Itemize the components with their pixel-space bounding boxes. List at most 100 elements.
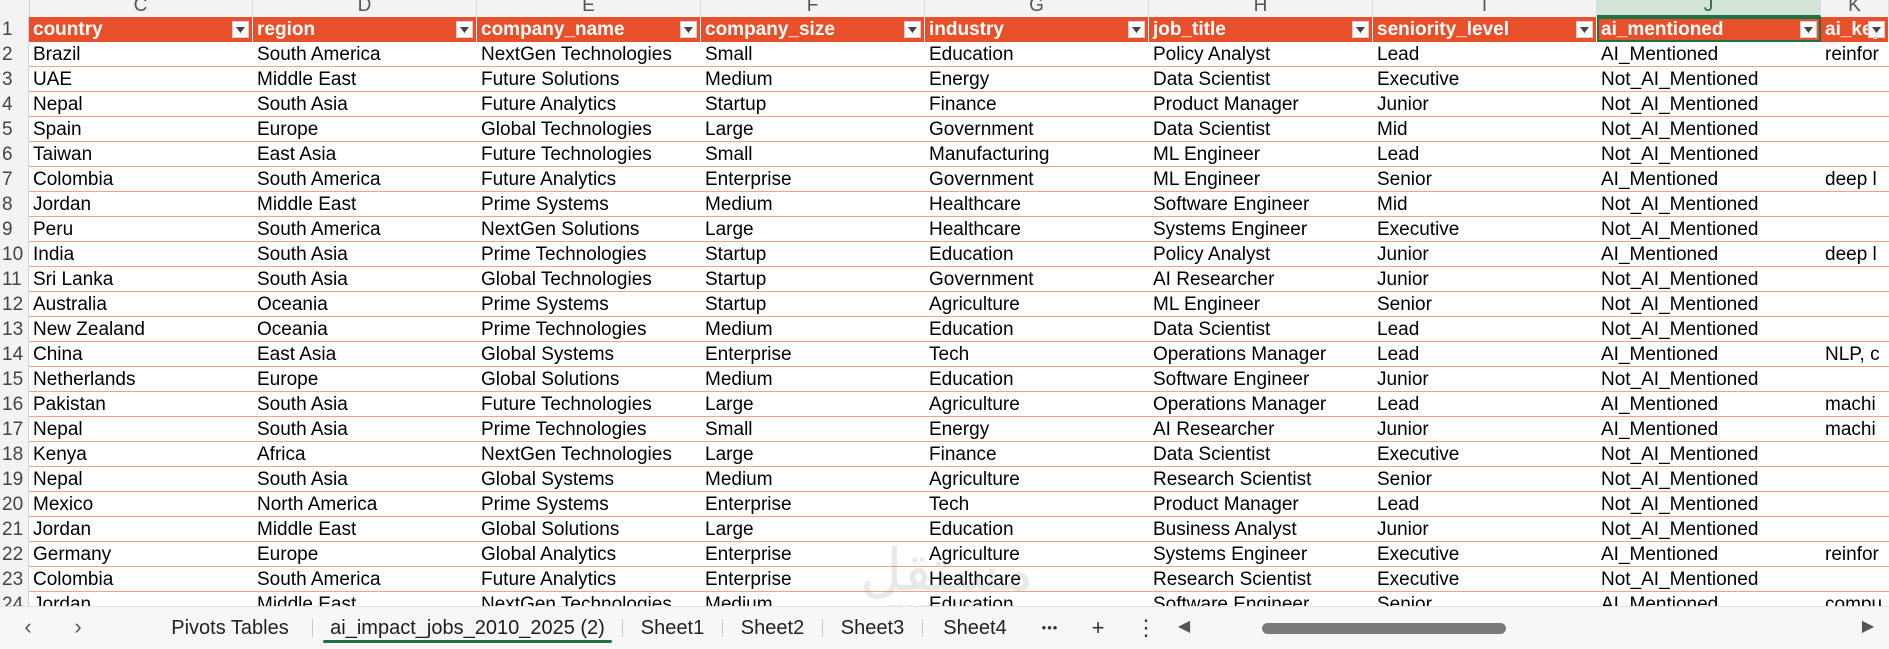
cell-country[interactable]: Taiwan bbox=[29, 142, 253, 167]
cell-country[interactable]: Kenya bbox=[29, 442, 253, 467]
cell-industry[interactable]: Agriculture bbox=[925, 467, 1149, 492]
cell-industry[interactable]: Government bbox=[925, 267, 1149, 292]
cell-industry[interactable]: Finance bbox=[925, 92, 1149, 117]
cell-region[interactable]: South America bbox=[253, 42, 477, 67]
cell-seniority-level[interactable]: Junior bbox=[1373, 92, 1597, 117]
row-number[interactable]: 4 bbox=[0, 92, 29, 117]
cell-ai-mentioned[interactable]: Not_AI_Mentioned bbox=[1597, 467, 1821, 492]
cell-company-size[interactable]: Startup bbox=[701, 92, 925, 117]
cell-ai-key[interactable] bbox=[1821, 217, 1889, 242]
scroll-right-icon[interactable]: ▶ bbox=[1860, 617, 1876, 637]
cell-country[interactable]: New Zealand bbox=[29, 317, 253, 342]
cell-ai-mentioned[interactable]: Not_AI_Mentioned bbox=[1597, 517, 1821, 542]
cell-region[interactable]: South America bbox=[253, 217, 477, 242]
cell-ai-key[interactable] bbox=[1821, 192, 1889, 217]
sheet-tab[interactable]: Sheet2 bbox=[725, 607, 820, 649]
filter-dropdown-icon[interactable] bbox=[456, 21, 473, 38]
cell-industry[interactable]: Healthcare bbox=[925, 192, 1149, 217]
prev-sheet-icon[interactable]: ‹ bbox=[16, 615, 40, 639]
row-number[interactable]: 13 bbox=[0, 317, 29, 342]
cell-ai-key[interactable]: reinfor bbox=[1821, 542, 1889, 567]
row-number[interactable]: 16 bbox=[0, 392, 29, 417]
cell-ai-key[interactable]: machi bbox=[1821, 417, 1889, 442]
cell-ai-mentioned[interactable]: Not_AI_Mentioned bbox=[1597, 117, 1821, 142]
header-cell-country[interactable]: country bbox=[29, 17, 253, 42]
row-number[interactable]: 2 bbox=[0, 42, 29, 67]
header-cell-ai-mentioned[interactable]: ai_mentioned bbox=[1597, 17, 1821, 42]
cell-region[interactable]: North America bbox=[253, 492, 477, 517]
cell-industry[interactable]: Agriculture bbox=[925, 542, 1149, 567]
column-letter-d[interactable]: D bbox=[253, 0, 477, 17]
cell-ai-mentioned[interactable]: Not_AI_Mentioned bbox=[1597, 67, 1821, 92]
cell-country[interactable]: Sri Lanka bbox=[29, 267, 253, 292]
cell-job-title[interactable]: ML Engineer bbox=[1149, 292, 1373, 317]
cell-company-size[interactable]: Large bbox=[701, 442, 925, 467]
cell-industry[interactable]: Finance bbox=[925, 442, 1149, 467]
cell-seniority-level[interactable]: Junior bbox=[1373, 242, 1597, 267]
row-number[interactable]: 10 bbox=[0, 242, 29, 267]
header-cell-job-title[interactable]: job_title bbox=[1149, 17, 1373, 42]
header-cell-industry[interactable]: industry bbox=[925, 17, 1149, 42]
cell-ai-key[interactable] bbox=[1821, 567, 1889, 592]
sheet-options-icon[interactable]: ⋮ bbox=[1132, 615, 1160, 641]
cell-region[interactable]: Africa bbox=[253, 442, 477, 467]
cell-company-size[interactable]: Enterprise bbox=[701, 492, 925, 517]
column-letter-k[interactable]: K bbox=[1821, 0, 1889, 17]
cell-company-name[interactable]: Future Analytics bbox=[477, 567, 701, 592]
row-number[interactable]: 6 bbox=[0, 142, 29, 167]
cell-seniority-level[interactable]: Junior bbox=[1373, 517, 1597, 542]
row-number[interactable]: 3 bbox=[0, 67, 29, 92]
cell-job-title[interactable]: Software Engineer bbox=[1149, 592, 1373, 606]
column-letter-f[interactable]: F bbox=[701, 0, 925, 17]
cell-company-name[interactable]: Prime Technologies bbox=[477, 417, 701, 442]
cell-country[interactable]: Germany bbox=[29, 542, 253, 567]
filter-dropdown-icon[interactable] bbox=[1352, 21, 1369, 38]
cell-country[interactable]: Netherlands bbox=[29, 367, 253, 392]
cell-job-title[interactable]: AI Researcher bbox=[1149, 417, 1373, 442]
scrollbar-thumb[interactable] bbox=[1262, 623, 1506, 634]
column-letter-i[interactable]: I bbox=[1373, 0, 1597, 17]
cell-seniority-level[interactable]: Lead bbox=[1373, 42, 1597, 67]
cell-ai-mentioned[interactable]: AI_Mentioned bbox=[1597, 42, 1821, 67]
cell-job-title[interactable]: Product Manager bbox=[1149, 492, 1373, 517]
cell-region[interactable]: Oceania bbox=[253, 292, 477, 317]
cell-country[interactable]: Colombia bbox=[29, 167, 253, 192]
cell-ai-key[interactable] bbox=[1821, 92, 1889, 117]
cell-ai-key[interactable] bbox=[1821, 367, 1889, 392]
cell-company-name[interactable]: Prime Technologies bbox=[477, 317, 701, 342]
cell-company-name[interactable]: NextGen Technologies bbox=[477, 592, 701, 606]
sheet-tab[interactable]: Sheet3 bbox=[825, 607, 920, 649]
cell-country[interactable]: UAE bbox=[29, 67, 253, 92]
cell-industry[interactable]: Education bbox=[925, 367, 1149, 392]
row-number[interactable]: 15 bbox=[0, 367, 29, 392]
row-number[interactable]: 17 bbox=[0, 417, 29, 442]
cell-seniority-level[interactable]: Senior bbox=[1373, 292, 1597, 317]
cell-ai-key[interactable] bbox=[1821, 267, 1889, 292]
cell-seniority-level[interactable]: Executive bbox=[1373, 542, 1597, 567]
cell-region[interactable]: Middle East bbox=[253, 592, 477, 606]
cell-company-name[interactable]: NextGen Technologies bbox=[477, 42, 701, 67]
cell-job-title[interactable]: Research Scientist bbox=[1149, 467, 1373, 492]
cell-job-title[interactable]: Systems Engineer bbox=[1149, 217, 1373, 242]
cell-industry[interactable]: Energy bbox=[925, 417, 1149, 442]
cell-company-name[interactable]: Prime Systems bbox=[477, 292, 701, 317]
cell-company-name[interactable]: NextGen Technologies bbox=[477, 442, 701, 467]
cell-job-title[interactable]: ML Engineer bbox=[1149, 142, 1373, 167]
row-number[interactable]: 14 bbox=[0, 342, 29, 367]
cell-company-size[interactable]: Enterprise bbox=[701, 167, 925, 192]
cell-ai-mentioned[interactable]: AI_Mentioned bbox=[1597, 167, 1821, 192]
cell-ai-mentioned[interactable]: Not_AI_Mentioned bbox=[1597, 567, 1821, 592]
cell-company-name[interactable]: Future Solutions bbox=[477, 67, 701, 92]
filter-dropdown-icon[interactable] bbox=[1800, 21, 1817, 38]
cell-country[interactable]: China bbox=[29, 342, 253, 367]
cell-ai-mentioned[interactable]: Not_AI_Mentioned bbox=[1597, 142, 1821, 167]
cell-seniority-level[interactable]: Junior bbox=[1373, 367, 1597, 392]
cell-region[interactable]: South Asia bbox=[253, 417, 477, 442]
cell-company-size[interactable]: Medium bbox=[701, 467, 925, 492]
cell-ai-key[interactable] bbox=[1821, 117, 1889, 142]
cell-ai-mentioned[interactable]: Not_AI_Mentioned bbox=[1597, 217, 1821, 242]
cell-ai-mentioned[interactable]: Not_AI_Mentioned bbox=[1597, 442, 1821, 467]
cell-job-title[interactable]: Software Engineer bbox=[1149, 367, 1373, 392]
cell-ai-mentioned[interactable]: Not_AI_Mentioned bbox=[1597, 367, 1821, 392]
row-number[interactable]: 9 bbox=[0, 217, 29, 242]
